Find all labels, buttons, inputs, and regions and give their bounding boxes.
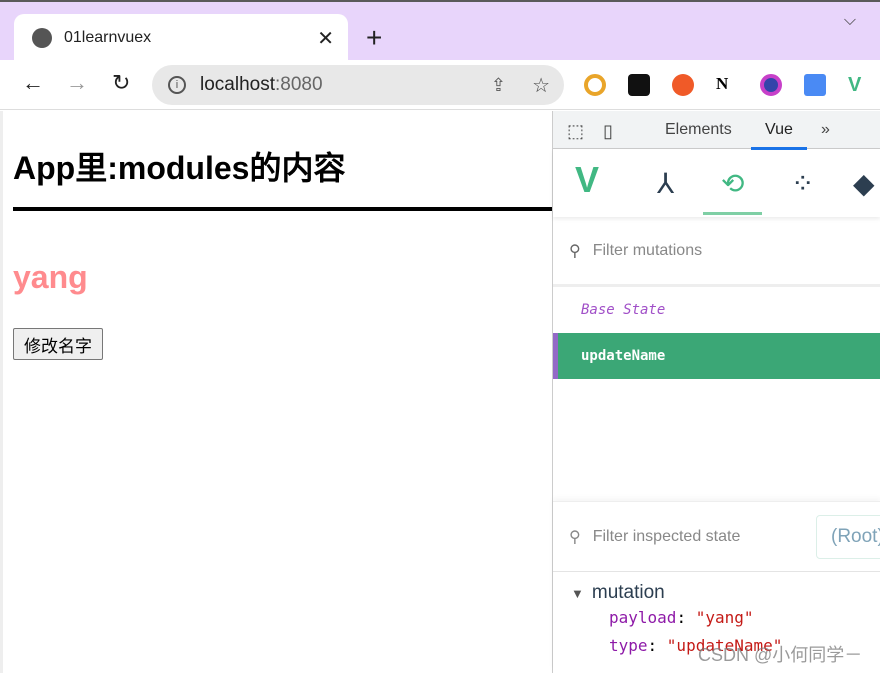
mutation-item-updatename[interactable]: updateName: [553, 333, 880, 379]
filter-mutations-placeholder: Filter mutations: [592, 241, 703, 259]
devtools-tabs: ⬚ ▯ Elements Vue »: [553, 111, 880, 150]
update-name-button[interactable]: 修改名字: [13, 328, 103, 360]
infinity-icon[interactable]: [672, 74, 694, 96]
tab-vue[interactable]: Vue: [751, 121, 807, 150]
google-translate-icon[interactable]: [804, 74, 826, 96]
tab-elements[interactable]: Elements: [665, 121, 732, 139]
forward-icon[interactable]: →: [66, 70, 88, 96]
search-icon: ⚲: [569, 242, 581, 260]
state-field: payload: "yang": [609, 608, 754, 627]
vuex-history-icon[interactable]: ⟲: [703, 167, 763, 215]
address-host: localhost: [200, 74, 275, 95]
mutation-section[interactable]: ▼ mutation: [553, 572, 880, 604]
inspect-element-icon[interactable]: ⬚: [567, 121, 584, 142]
page-content: App里:modules的内容 yang 修改名字: [0, 111, 555, 673]
close-tab-icon[interactable]: ✕: [317, 26, 334, 51]
divider: [13, 207, 555, 211]
new-tab-button[interactable]: +: [366, 22, 382, 54]
camera-icon[interactable]: [760, 74, 782, 96]
globe-icon: [32, 28, 52, 48]
tab-strip: 01learnvuex ✕ + ⌵: [0, 0, 880, 62]
name-text: yang: [13, 259, 88, 295]
site-info-icon[interactable]: i: [168, 76, 186, 94]
notion-icon[interactable]: N: [716, 74, 738, 96]
address-port: :8080: [275, 74, 323, 95]
bookmark-star-icon[interactable]: ☆: [532, 73, 550, 98]
vue-toolbar: V ⅄ ⟲ ⁘ ◆: [553, 149, 880, 217]
browser-toolbar: ← → ↻ i localhost:8080 ⇪ ☆ N V: [0, 60, 880, 110]
tampermonkey-icon[interactable]: [628, 74, 650, 96]
filter-mutations[interactable]: ⚲ Filter mutations: [553, 217, 880, 287]
caret-down-icon[interactable]: ▼: [571, 586, 584, 601]
root-select[interactable]: (Root): [816, 515, 880, 559]
filter-state-placeholder: Filter inspected state: [592, 527, 741, 545]
field-key: type: [609, 636, 648, 655]
address-bar[interactable]: i localhost:8080 ⇪ ☆: [152, 65, 564, 105]
more-tabs-icon[interactable]: »: [821, 121, 830, 139]
tab-search-chevron-icon[interactable]: ⌵: [844, 12, 856, 30]
chrome-icon[interactable]: [584, 74, 606, 96]
search-icon: ⚲: [569, 528, 581, 546]
vue-devtools-icon[interactable]: V: [848, 74, 870, 96]
back-icon[interactable]: ←: [22, 70, 44, 96]
field-key: payload: [609, 608, 677, 627]
page-title: App里:modules的内容: [13, 150, 346, 186]
events-icon[interactable]: ⁘: [791, 167, 814, 200]
share-icon[interactable]: ⇪: [491, 75, 506, 96]
components-icon[interactable]: ⅄: [657, 167, 674, 200]
field-value: "yang": [695, 608, 754, 627]
device-toggle-icon[interactable]: ▯: [603, 121, 613, 142]
routing-icon[interactable]: ◆: [853, 167, 875, 200]
mutation-item-base-state[interactable]: Base State: [553, 287, 880, 333]
watermark: CSDN @小何同学－: [698, 645, 863, 665]
filter-state[interactable]: ⚲ Filter inspected state (Root): [553, 502, 880, 572]
vue-logo-icon: V: [575, 159, 600, 200]
section-label: mutation: [591, 582, 665, 603]
tab-title: 01learnvuex: [64, 29, 152, 46]
devtools-panel: ⬚ ▯ Elements Vue » V ⅄ ⟲ ⁘ ◆ ⚲ Filter mu…: [552, 111, 880, 673]
browser-tab[interactable]: 01learnvuex ✕: [14, 14, 348, 62]
reload-icon[interactable]: ↻: [112, 70, 130, 96]
